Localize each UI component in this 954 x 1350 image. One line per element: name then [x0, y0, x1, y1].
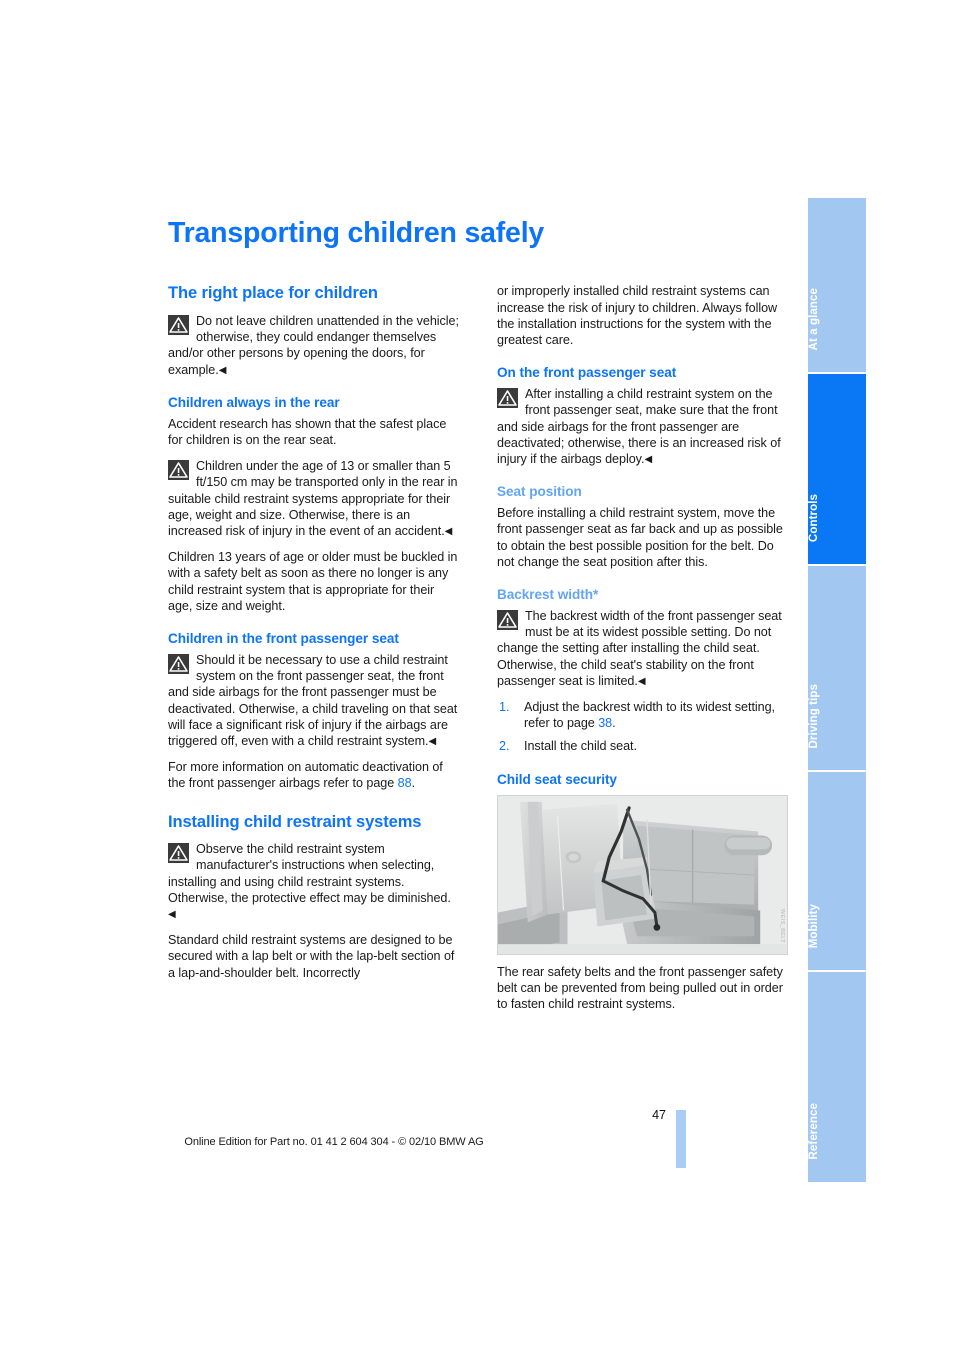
para-automatic-deactivation-ref: For more information on automatic deacti…	[168, 759, 459, 791]
left-column: The right place for children Do not leav…	[168, 283, 459, 981]
warning-backrest-width: The backrest width of the front passenge…	[497, 608, 788, 689]
figure-caption-child-seat-security: The rear safety belts and the front pass…	[497, 964, 783, 1011]
heading-children-always-in-the-rear: Children always in the rear	[168, 394, 340, 410]
end-of-warning-icon: ◀	[444, 525, 453, 537]
manual-page: At a glance Controls Driving tips Mobili…	[0, 0, 954, 1350]
warning-after-installing-child-restraint: After installing a child restraint syste…	[497, 386, 788, 467]
step-text-lead: Install the child seat.	[524, 739, 637, 754]
para-automatic-deactivation-tail: .	[411, 776, 416, 791]
child-seat-security-figure: WEIS_BELT	[497, 794, 788, 955]
tab-driving-tips[interactable]: Driving tips	[808, 566, 866, 772]
para-improperly-installed-continuation: or improperly installed child restraint …	[497, 284, 778, 347]
warning-observe-manufacturer-instructions-text: Observe the child restraint system manuf…	[168, 842, 451, 905]
heading-child-seat-security: Child seat security	[497, 771, 617, 787]
page-edge-marker	[676, 1110, 686, 1168]
heading-seat-position: Seat position	[497, 484, 582, 500]
warning-triangle-icon	[497, 388, 518, 409]
heading-backrest-width: Backrest width*	[497, 586, 599, 602]
page-title: Transporting children safely	[168, 217, 545, 249]
end-of-warning-icon: ◀	[637, 675, 646, 687]
heading-the-right-place-for-children: The right place for children	[168, 284, 378, 303]
tab-reference-label: Reference	[808, 1103, 820, 1160]
warning-children-under-13-text: Children under the age of 13 or smaller …	[168, 459, 458, 538]
tab-at-a-glance[interactable]: At a glance	[808, 198, 866, 374]
tab-controls-label: Controls	[808, 493, 820, 542]
para-standard-systems-lap-belt: Standard child restraint systems are des…	[168, 933, 455, 980]
step-text-tail: .	[612, 716, 616, 731]
section-tab-rail: At a glance Controls Driving tips Mobili…	[808, 198, 866, 1186]
tab-controls[interactable]: Controls	[808, 374, 866, 566]
warning-triangle-icon	[168, 653, 189, 674]
warning-observe-manufacturer-instructions: Observe the child restraint system manuf…	[168, 841, 459, 922]
end-of-warning-icon: ◀	[168, 909, 176, 921]
footer-edition-note: Online Edition for Part no. 01 41 2 604 …	[184, 1136, 484, 1148]
tab-at-a-glance-label: At a glance	[808, 287, 820, 350]
heading-children-in-the-front-passenger-seat: Children in the front passenger seat	[168, 631, 399, 646]
warning-unattended-children: Do not leave children unattended in the …	[168, 313, 459, 378]
step-text-lead: Adjust the backrest width to its widest …	[524, 699, 775, 731]
tab-reference[interactable]: Reference	[808, 972, 866, 1182]
figure-watermark: WEIS_BELT	[779, 909, 785, 944]
warning-after-installing-child-restraint-text: After installing a child restraint syste…	[497, 387, 781, 466]
warning-triangle-icon	[168, 460, 189, 481]
page-content: Transporting children safely The right p…	[168, 217, 788, 1012]
step-number: 2.	[499, 739, 510, 754]
warning-front-passenger-airbags: Should it be necessary to use a child re…	[168, 652, 459, 749]
tab-mobility-label: Mobility	[808, 903, 820, 948]
warning-triangle-icon	[168, 843, 189, 864]
list-item: 1. Adjust the backrest width to its wides…	[497, 699, 788, 731]
heading-on-the-front-passenger-seat: On the front passenger seat	[497, 365, 677, 381]
warning-triangle-icon	[497, 609, 518, 630]
figure-image-frame: WEIS_BELT	[497, 794, 788, 955]
page-reference-38[interactable]: 38	[598, 716, 612, 730]
para-accident-research: Accident research has shown that the saf…	[168, 416, 447, 447]
warning-triangle-icon	[168, 314, 189, 335]
end-of-warning-icon: ◀	[644, 453, 653, 465]
end-of-warning-icon: ◀	[218, 364, 227, 376]
end-of-warning-icon: ◀	[428, 736, 437, 747]
warning-children-under-13: Children under the age of 13 or smaller …	[168, 458, 459, 539]
list-item: 2. Install the child seat.	[497, 738, 788, 754]
heading-installing-child-restraint-systems: Installing child restraint systems	[168, 812, 422, 831]
para-children-13-or-older: Children 13 years of age or older must b…	[168, 550, 458, 613]
para-seat-position: Before installing a child restraint syst…	[497, 506, 783, 569]
tab-mobility[interactable]: Mobility	[808, 772, 866, 972]
right-column: or improperly installed child restraint …	[497, 283, 788, 1012]
two-column-layout: The right place for children Do not leav…	[168, 283, 788, 1012]
step-number: 1.	[499, 699, 510, 714]
tab-driving-tips-label: Driving tips	[808, 683, 820, 748]
page-reference-88[interactable]: 88	[398, 776, 412, 790]
warning-front-passenger-airbags-text: Should it be necessary to use a child re…	[168, 652, 458, 748]
backrest-width-steps: 1. Adjust the backrest width to its wides…	[497, 699, 788, 755]
warning-unattended-children-text: Do not leave children unattended in the …	[168, 313, 459, 377]
page-number: 47	[652, 1108, 666, 1122]
